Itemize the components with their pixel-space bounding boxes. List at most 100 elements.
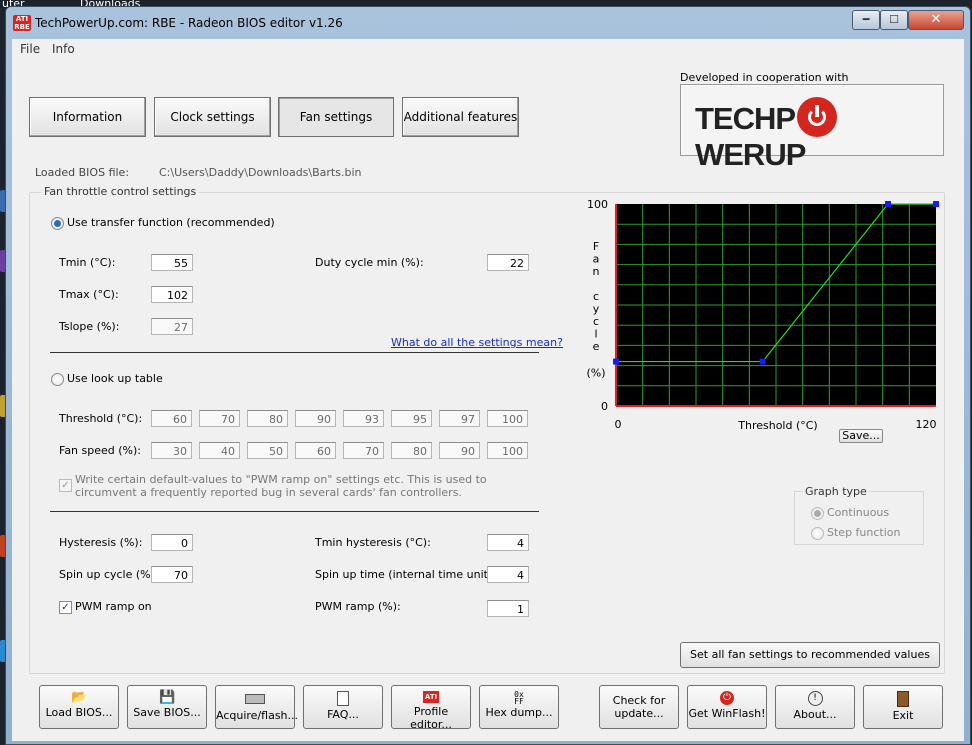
spin-up-cycle-label: Spin up cycle (%): <box>59 568 159 581</box>
y-axis-label-letter: a <box>593 253 600 266</box>
exit-label: Exit <box>892 709 914 722</box>
duty-cycle-min-field[interactable]: 22 <box>487 254 529 271</box>
tab-information[interactable]: Information <box>29 97 146 137</box>
tab-additional-features[interactable]: Additional features <box>402 97 519 137</box>
fan-speed-label: Fan speed (%): <box>59 444 141 457</box>
power-icon: ⏻ <box>720 691 734 705</box>
y-tick-label-min: 0 <box>601 400 608 413</box>
fan-speed-field: 30 <box>151 442 192 459</box>
techpowerup-logo[interactable]: TECHPWERUP <box>680 84 944 172</box>
recommended-values-button[interactable]: Set all fan settings to recommended valu… <box>680 642 940 668</box>
exit-door-icon <box>897 691 909 707</box>
fan-speed-field: 40 <box>199 442 240 459</box>
logo-wordmark: TECHPWERUP <box>695 97 943 173</box>
pwm-bug-text-line2: circumvent a frequently reported bug in … <box>75 486 462 499</box>
clock-icon: ! <box>807 691 823 706</box>
minimize-button[interactable]: ━ <box>852 10 880 30</box>
tab-fan-settings[interactable]: Fan settings <box>278 97 394 137</box>
tmin-hysteresis-label: Tmin hysteresis (°C): <box>315 536 431 549</box>
logo-text-left: TECHP <box>695 101 796 136</box>
get-winflash-button[interactable]: ⏻ Get WinFlash! <box>687 685 767 729</box>
hysteresis-label: Hysteresis (%): <box>59 536 143 549</box>
threshold-field: 97 <box>439 410 480 427</box>
loaded-bios-path: C:\Users\Daddy\Downloads\Barts.bin <box>159 166 362 179</box>
power-logo-icon <box>797 97 838 137</box>
transfer-function-label: Use transfer function (recommended) <box>67 216 275 229</box>
continuous-label: Continuous <box>827 506 890 519</box>
loaded-bios-label: Loaded BIOS file: <box>35 166 130 179</box>
step-function-label: Step function <box>827 526 901 539</box>
tab-clock-settings[interactable]: Clock settings <box>154 97 271 137</box>
x-axis-label: Threshold (°C) <box>737 419 817 432</box>
menu-file[interactable]: File <box>20 42 40 56</box>
pwm-ramp-on-checkbox[interactable]: ✓ <box>59 601 72 614</box>
y-axis-label-letter: l <box>594 328 597 341</box>
tmax-field[interactable]: 102 <box>151 286 193 303</box>
menu-bar: File Info <box>12 39 964 57</box>
floppy-icon: 💾 <box>159 690 176 705</box>
title-bar[interactable]: ATI RBE TechPowerUp.com: RBE - Radeon BI… <box>6 7 970 37</box>
threshold-label: Threshold (°C): <box>59 412 143 425</box>
ati-icon: ATI <box>423 691 439 703</box>
acquire-flash-label: Acquire/flash... <box>216 709 299 722</box>
get-winflash-label: Get WinFlash! <box>688 707 766 720</box>
fan-curve-point <box>885 201 891 207</box>
tmin-hysteresis-field[interactable]: 4 <box>487 534 529 551</box>
document-icon <box>337 691 349 706</box>
threshold-field: 93 <box>343 410 384 427</box>
client-area: File Info Information Clock settings Fan… <box>12 39 964 741</box>
acquire-flash-button[interactable]: Acquire/flash... <box>215 685 299 729</box>
hysteresis-field[interactable]: 0 <box>151 534 193 551</box>
threshold-field: 70 <box>199 410 240 427</box>
tmin-label: Tmin (°C): <box>59 256 116 269</box>
save-graph-button[interactable]: Save... <box>839 429 883 443</box>
threshold-field: 100 <box>487 410 528 427</box>
tslope-field: 27 <box>151 318 193 335</box>
faq-label: FAQ... <box>327 708 359 721</box>
x-tick-label-max: 120 <box>916 418 937 431</box>
app-icon: ATI RBE <box>13 15 31 31</box>
fan-speed-field: 50 <box>247 442 288 459</box>
check-update-button[interactable]: Check for update... <box>599 685 679 729</box>
y-axis-unit-label: (%) <box>586 367 605 380</box>
check-update-label: Check for update... <box>612 694 666 720</box>
duty-cycle-min-label: Duty cycle min (%): <box>315 256 424 269</box>
about-button[interactable]: ! About... <box>775 685 855 729</box>
pwm-ramp-on-label: PWM ramp on <box>75 600 152 613</box>
spin-up-time-field[interactable]: 4 <box>487 566 529 583</box>
load-bios-button[interactable]: 📂 Load BIOS... <box>39 685 119 729</box>
step-function-radio <box>811 527 824 540</box>
continuous-radio <box>811 507 824 520</box>
y-tick-label-max: 100 <box>587 198 608 211</box>
faq-button[interactable]: FAQ... <box>303 685 383 729</box>
pwm-ramp-label: PWM ramp (%): <box>315 600 401 613</box>
pwm-bug-text-line1: Write certain default-values to "PWM ram… <box>75 473 487 486</box>
y-axis-label-letter: y <box>593 303 600 316</box>
hex-icon: 0x FF <box>514 690 524 706</box>
spin-up-cycle-field[interactable]: 70 <box>151 566 193 583</box>
close-button[interactable]: ✕ <box>908 10 964 30</box>
separator <box>50 352 539 353</box>
fan-speed-field: 90 <box>439 442 480 459</box>
separator <box>50 511 539 512</box>
profile-editor-button[interactable]: ATI Profile editor... <box>391 685 471 731</box>
fan-curve-point <box>759 358 766 365</box>
transfer-function-radio[interactable] <box>51 217 64 230</box>
tmin-field[interactable]: 55 <box>151 254 193 271</box>
x-tick-label-min: 0 <box>615 418 622 431</box>
hex-dump-button[interactable]: 0x FF Hex dump... <box>479 685 559 729</box>
settings-help-link[interactable]: What do all the settings mean? <box>391 336 563 349</box>
fan-speed-field: 80 <box>391 442 432 459</box>
lookup-table-radio[interactable] <box>51 373 64 386</box>
threshold-field: 95 <box>391 410 432 427</box>
threshold-field: 90 <box>295 410 336 427</box>
profile-editor-label: Profile editor... <box>410 705 452 731</box>
save-bios-button[interactable]: 💾 Save BIOS... <box>127 685 207 729</box>
fan-curve-point <box>613 358 619 365</box>
tmax-label: Tmax (°C): <box>59 288 119 301</box>
menu-info[interactable]: Info <box>52 42 75 56</box>
exit-button[interactable]: Exit <box>863 685 943 729</box>
y-axis-label-letter: c <box>593 290 599 303</box>
maximize-button[interactable]: ☐ <box>880 10 908 30</box>
pwm-ramp-field[interactable]: 1 <box>487 600 529 617</box>
